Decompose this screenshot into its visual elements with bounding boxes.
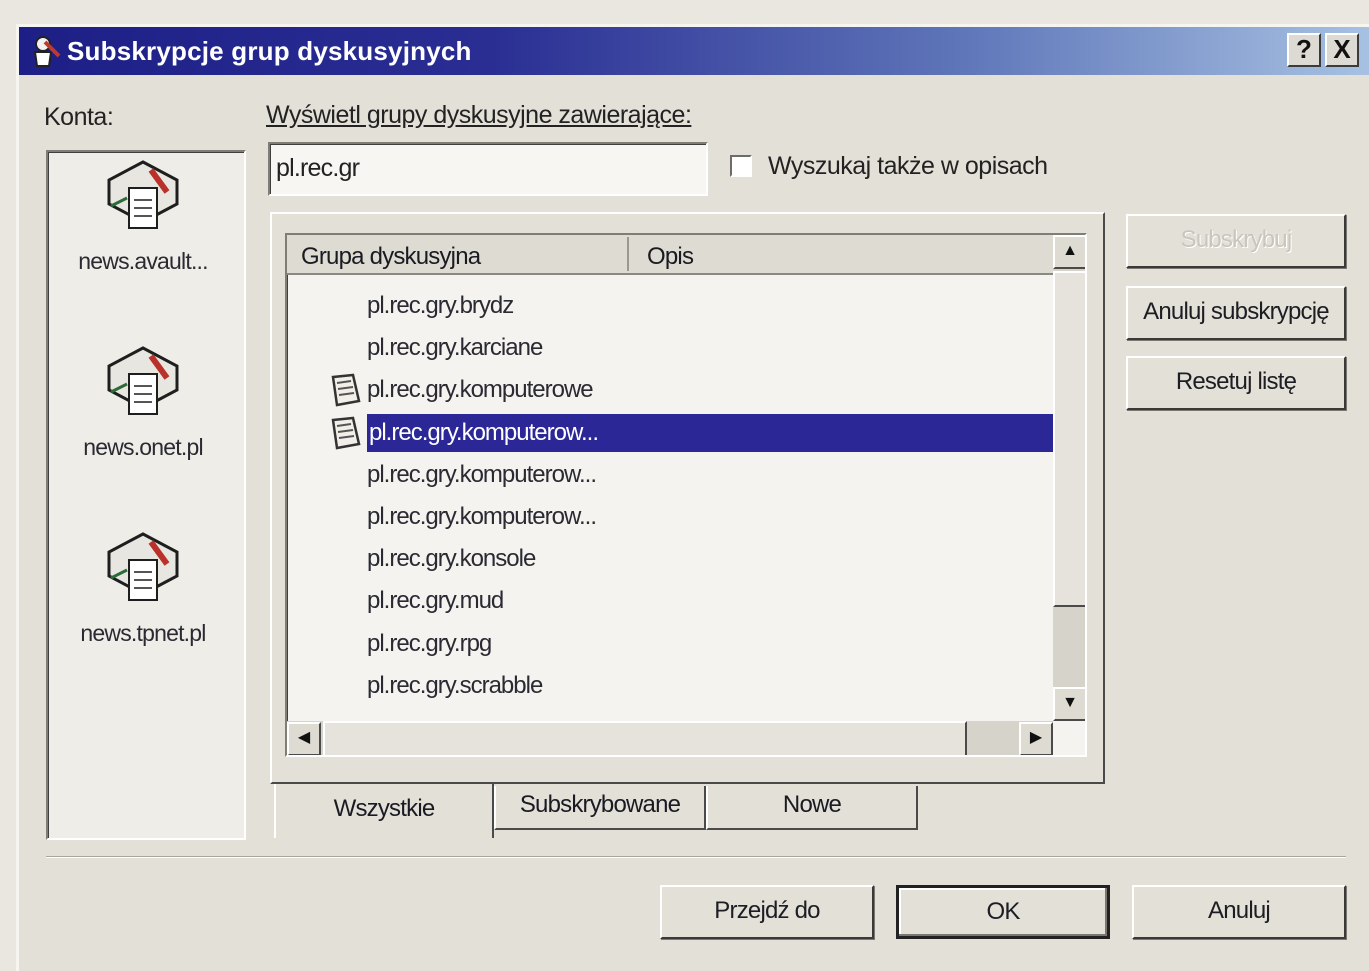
tab-subscribed[interactable]: Subskrybowane bbox=[494, 786, 706, 830]
search-descriptions-checkbox[interactable] bbox=[730, 155, 752, 177]
scroll-up-arrow-icon[interactable]: ▲ bbox=[1053, 235, 1085, 269]
newsgroup-row[interactable]: pl.rec.gry.karciane bbox=[367, 329, 543, 367]
newsgroup-row[interactable]: pl.rec.gry.komputerowe bbox=[367, 371, 594, 409]
vertical-scrollbar[interactable]: ▲ ▼ bbox=[1053, 235, 1085, 721]
accounts-list: news.avault... news.onet.pl news.tpnet.p… bbox=[46, 150, 246, 840]
scroll-left-arrow-icon[interactable]: ◀ bbox=[287, 722, 321, 755]
cancel-button[interactable]: Anuluj bbox=[1132, 885, 1346, 939]
column-header-description[interactable]: Opis bbox=[647, 243, 694, 271]
newsgroup-row[interactable]: pl.rec.gry.komputerow... bbox=[367, 456, 597, 494]
newsgroup-row[interactable]: pl.rec.gry.brydz bbox=[367, 287, 514, 325]
ok-button[interactable]: OK bbox=[896, 885, 1110, 939]
separator-line bbox=[46, 856, 1346, 858]
account-name: news.avault... bbox=[78, 248, 208, 274]
newsgroup-app-icon bbox=[33, 36, 61, 67]
column-header-group[interactable]: Grupa dyskusyjna bbox=[301, 243, 481, 271]
accounts-label: Konta: bbox=[44, 103, 114, 131]
account-item[interactable]: news.tpnet.pl bbox=[48, 530, 238, 647]
news-server-icon bbox=[107, 346, 179, 415]
scroll-right-arrow-icon[interactable]: ▶ bbox=[1019, 722, 1053, 755]
help-button[interactable]: ? bbox=[1287, 33, 1321, 67]
account-name: news.onet.pl bbox=[83, 434, 203, 460]
horizontal-scrollbar[interactable]: ◀ ▶ bbox=[287, 721, 1053, 755]
newsgroup-row[interactable]: pl.rec.gry.scrabble bbox=[367, 667, 543, 705]
newsgroup-row[interactable]: pl.rec.gry.rpg bbox=[367, 625, 492, 663]
close-button[interactable]: X bbox=[1325, 33, 1359, 67]
search-label: Wyświetl grupy dyskusyjne zawierające: bbox=[266, 101, 692, 129]
tab-new[interactable]: Nowe bbox=[706, 786, 918, 830]
newsgroup-row[interactable]: pl.rec.gry.mud bbox=[367, 582, 504, 620]
subscribed-group-icon bbox=[331, 416, 361, 450]
newsgroup-row-selected[interactable]: pl.rec.gry.komputerow... bbox=[367, 413, 1053, 452]
vertical-scroll-thumb[interactable] bbox=[1053, 271, 1085, 607]
search-descriptions-label: Wyszukaj także w opisach bbox=[768, 152, 1048, 180]
list-header: Grupa dyskusyjna Opis bbox=[287, 235, 1053, 275]
horizontal-scroll-thumb[interactable] bbox=[323, 721, 967, 755]
column-divider[interactable] bbox=[627, 237, 629, 271]
account-item[interactable]: news.onet.pl bbox=[48, 344, 238, 461]
scroll-down-arrow-icon[interactable]: ▼ bbox=[1053, 687, 1085, 721]
newsgroup-row[interactable]: pl.rec.gry.konsole bbox=[367, 540, 536, 578]
reset-list-button[interactable]: Resetuj listę bbox=[1126, 356, 1346, 410]
search-input[interactable]: pl.rec.gr bbox=[268, 142, 708, 196]
newsgroup-row[interactable]: pl.rec.gry.komputerow... bbox=[367, 498, 597, 536]
news-server-icon bbox=[107, 160, 179, 229]
newsgroup-list: Grupa dyskusyjna Opis pl.rec.gry.brydz pl… bbox=[285, 233, 1087, 757]
window-title: Subskrypcje grup dyskusyjnych bbox=[67, 36, 472, 66]
tab-all[interactable]: Wszystkie bbox=[274, 784, 494, 838]
news-server-icon bbox=[107, 532, 179, 601]
title-bar[interactable]: Subskrypcje grup dyskusyjnych ? X bbox=[19, 27, 1369, 75]
account-name: news.tpnet.pl bbox=[80, 620, 206, 646]
goto-button[interactable]: Przejdź do bbox=[660, 885, 874, 939]
subscribe-button[interactable]: Subskrybuj bbox=[1126, 214, 1346, 268]
unsubscribe-button[interactable]: Anuluj subskrypcję bbox=[1126, 286, 1346, 340]
subscribed-group-icon bbox=[331, 374, 361, 407]
account-item[interactable]: news.avault... bbox=[48, 158, 238, 275]
